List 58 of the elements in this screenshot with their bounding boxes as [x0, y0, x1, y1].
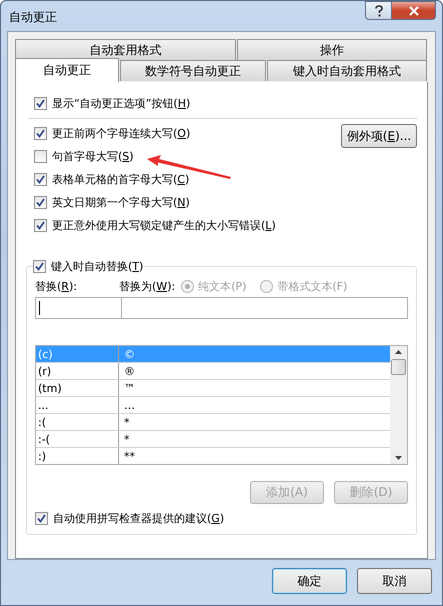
help-button[interactable] — [365, 1, 392, 20]
table-cell-text: ® — [123, 364, 135, 378]
table-cell: :-( — [36, 431, 119, 447]
close-icon — [408, 6, 420, 16]
list-row[interactable]: :-( * — [36, 431, 390, 448]
table-cell-text: * — [123, 432, 130, 446]
replace-label: 替换(R): — [35, 278, 78, 294]
checkbox[interactable] — [34, 127, 47, 140]
help-icon — [374, 4, 384, 16]
close-button[interactable] — [392, 1, 436, 20]
tab[interactable]: 自动更正 — [15, 58, 119, 82]
checkbox[interactable] — [34, 219, 47, 232]
tab[interactable]: 自动套用格式 — [15, 39, 236, 60]
replace-with-input-field[interactable] — [121, 297, 408, 319]
ok-button[interactable]: 确定 — [272, 568, 347, 594]
exceptions-button[interactable]: 例外项(E)... — [341, 124, 417, 148]
table-cell-text: ™ — [123, 382, 135, 394]
option-label: 自动使用拼写检查器提供的建议(G) — [53, 511, 224, 526]
checkbox[interactable] — [34, 97, 47, 110]
list-row[interactable]: :( * — [36, 414, 390, 431]
cancel-button[interactable]: 取消 — [357, 568, 432, 594]
checkbox[interactable] — [34, 150, 47, 163]
option-label: 更正意外使用大写锁定键产生的大小写错误(L) — [52, 218, 276, 233]
table-cell: (c) — [36, 346, 119, 362]
list-row[interactable]: (r) ® — [36, 363, 390, 380]
option-label: 键入时自动替换(T) — [51, 258, 144, 274]
scroll-up-icon[interactable] — [395, 350, 402, 354]
checkbox[interactable] — [35, 512, 48, 525]
window-title: 自动更正 — [9, 9, 57, 26]
list-row[interactable]: ... … — [36, 397, 390, 414]
scrollbar[interactable] — [390, 346, 407, 464]
list-row[interactable]: (tm) ™ — [36, 380, 390, 397]
scroll-down-icon[interactable] — [395, 456, 402, 460]
radio-label: 纯文本(P) — [198, 278, 246, 294]
table-cell: (tm) — [36, 380, 119, 396]
checkbox[interactable] — [34, 173, 47, 186]
checkbox[interactable] — [34, 196, 47, 209]
table-cell-text: ** — [123, 450, 135, 462]
option-label: 显示“自动更正选项”按钮(H) — [52, 96, 190, 111]
tab[interactable]: 操作 — [237, 39, 427, 60]
tab[interactable]: 键入时自动套用格式 — [267, 60, 427, 81]
checkbox[interactable] — [33, 260, 46, 272]
radio-label: 带格式文本(F) — [277, 278, 348, 294]
option-label: 表格单元格的首字母大写(C) — [52, 172, 190, 187]
scroll-thumb[interactable] — [391, 359, 406, 375]
option-label: 英文日期第一个字母大写(N) — [52, 195, 190, 210]
table-cell-text: * — [123, 416, 130, 428]
table-cell-text: … — [123, 398, 135, 412]
tab[interactable]: 数学符号自动更正 — [120, 60, 266, 81]
replace-with-label: 替换为(W): — [119, 278, 176, 294]
table-cell: :) — [36, 448, 119, 464]
table-cell-text: © — [123, 348, 135, 360]
option-label: 更正前两个字母连续大写(O) — [52, 126, 190, 141]
table-cell: (r) — [36, 363, 119, 379]
replace-input-field[interactable] — [35, 297, 122, 319]
table-cell: ... — [36, 397, 119, 413]
table-cell: :( — [36, 414, 119, 430]
option-label: 句首字母大写(S) — [52, 149, 134, 164]
